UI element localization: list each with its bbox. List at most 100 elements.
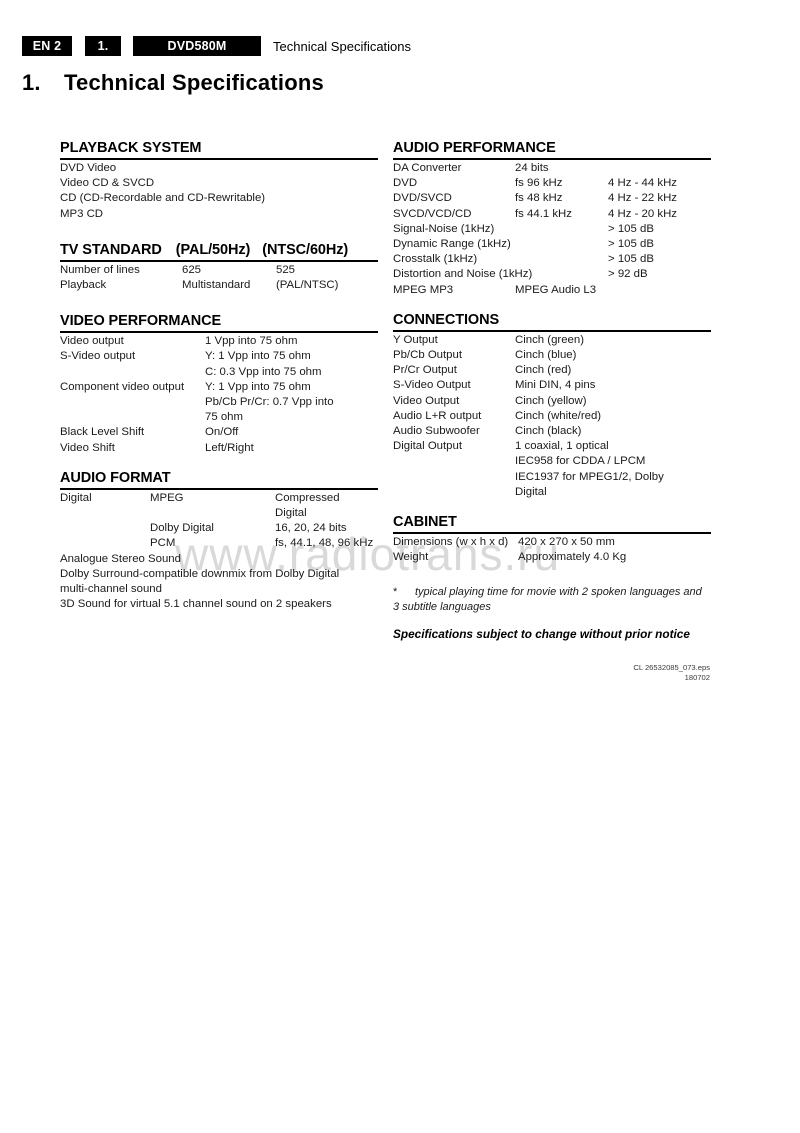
- table-row: DVD/SVCD fs 48 kHz 4 Hz - 22 kHz: [393, 191, 711, 206]
- row-value-pal: Multistandard: [182, 279, 251, 292]
- row-value-sample: [515, 252, 608, 267]
- table-row: Digital: [60, 506, 378, 521]
- row-label: MPEG MP3: [393, 283, 454, 296]
- table-row: IEC1937 for MPEG1/2, Dolby: [393, 470, 711, 485]
- row-label: Digital Output: [393, 440, 463, 453]
- table-row: DA Converter 24 bits: [393, 161, 711, 176]
- document-reference: CL 26532085_073.eps 180702: [420, 663, 710, 683]
- row-label: Weight: [393, 551, 429, 564]
- row-value-ntsc: 525: [276, 263, 296, 276]
- table-row: MPEG MP3 MPEG Audio L3: [393, 283, 711, 298]
- table-row: Dynamic Range (1kHz) > 105 dB: [393, 237, 711, 252]
- table-row: Dolby Digital 16, 20, 24 bits: [60, 521, 378, 536]
- row-label: Video Shift: [60, 441, 115, 454]
- row-label: [60, 506, 150, 521]
- row-label: DA Converter: [393, 162, 462, 174]
- page-title: 1. Technical Specifications: [22, 70, 324, 96]
- table-row: S-Video output Y: 1 Vpp into 75 ohm: [60, 349, 378, 364]
- row-label: [393, 470, 515, 485]
- row-value: Cinch (yellow): [515, 394, 587, 407]
- row-label: Distortion and Noise (1kHz): [393, 268, 533, 281]
- row-label: [60, 395, 205, 410]
- row-label: S-Video output: [60, 350, 136, 363]
- row-label: S-Video Output: [393, 379, 471, 392]
- row-label: Pb/Cb Output: [393, 349, 463, 362]
- section-rule: [393, 158, 711, 160]
- table-row: Pr/Cr Output Cinch (red): [393, 363, 711, 378]
- table-row: Digital Output 1 coaxial, 1 optical: [393, 439, 711, 454]
- table-row: Pb/Cb Pr/Cr: 0.7 Vpp into: [60, 395, 378, 410]
- row-value: Y: 1 Vpp into 75 ohm: [205, 350, 311, 363]
- row-value: IEC958 for CDDA / LPCM: [515, 455, 646, 468]
- row-value: 1 Vpp into 75 ohm: [205, 335, 298, 348]
- right-column: AUDIO PERFORMANCE DA Converter 24 bits D…: [393, 140, 711, 641]
- row-value: Y: 1 Vpp into 75 ohm: [205, 380, 311, 393]
- footnote-line-1: typical playing time for movie with 2 sp…: [415, 586, 702, 599]
- row-value: IEC1937 for MPEG1/2, Dolby: [515, 470, 664, 483]
- row-value: Pb/Cb Pr/Cr: 0.7 Vpp into: [205, 396, 334, 409]
- table-row: Distortion and Noise (1kHz) > 92 dB: [393, 267, 711, 282]
- section-rule: [393, 532, 711, 535]
- section-heading: VIDEO PERFORMANCE: [60, 313, 222, 330]
- section-video-performance: VIDEO PERFORMANCE Video output 1 Vpp int…: [60, 313, 378, 456]
- row-label: Black Level Shift: [60, 426, 145, 439]
- table-row: Dimensions (w x h x d) 420 x 270 x 50 mm: [393, 535, 711, 550]
- row-label: [60, 365, 205, 380]
- header-chapter-badge: 1.: [85, 36, 121, 56]
- table-row: Video output 1 Vpp into 75 ohm: [60, 334, 378, 349]
- table-row: Audio Subwoofer Cinch (black): [393, 424, 711, 439]
- footnote-line-2: 3 subtitle languages: [393, 600, 491, 613]
- row-value: Mini DIN, 4 pins: [515, 379, 596, 392]
- section-audio-performance: AUDIO PERFORMANCE DA Converter 24 bits D…: [393, 140, 711, 298]
- row-label: Playback: [60, 279, 107, 292]
- row-value: Approximately 4.0 Kg: [518, 551, 627, 564]
- table-row: SVCD/VCD/CD fs 44.1 kHz 4 Hz - 20 kHz: [393, 207, 711, 222]
- row-value-sample: [515, 237, 608, 252]
- tv-standard-pal-header: (PAL/50Hz): [175, 241, 251, 258]
- section-playback-system: PLAYBACK SYSTEM DVD Video Video CD & SVC…: [60, 140, 378, 222]
- tv-standard-ntsc-header: (NTSC/60Hz): [262, 241, 349, 258]
- table-row: Signal-Noise (1kHz) > 105 dB: [393, 222, 711, 237]
- row-value-detail: 16, 20, 24 bits: [275, 522, 347, 535]
- row-label: Y Output: [393, 333, 438, 346]
- row-value-sample: [515, 222, 608, 237]
- table-row: Crosstalk (1kHz) > 105 dB: [393, 252, 711, 267]
- row-label: Video Output: [393, 394, 460, 407]
- footnote: * typical playing time for movie with 2 s…: [393, 585, 711, 614]
- row-value-range: > 105 dB: [608, 253, 654, 266]
- table-row: Video Output Cinch (yellow): [393, 394, 711, 409]
- specifications-notice: Specifications subject to change without…: [393, 627, 690, 642]
- row-label: [393, 454, 515, 469]
- row-label: Number of lines: [60, 263, 140, 276]
- row-value: 420 x 270 x 50 mm: [518, 536, 615, 549]
- list-item: multi-channel sound: [60, 583, 162, 596]
- table-row: Digital: [393, 485, 711, 500]
- table-row: Y Output Cinch (green): [393, 333, 711, 348]
- list-item: Video CD & SVCD: [60, 177, 155, 190]
- header-language-badge: EN 2: [22, 36, 72, 56]
- list-item: Analogue Stereo Sound: [60, 552, 181, 565]
- table-row: Pb/Cb Output Cinch (blue): [393, 348, 711, 363]
- row-value: 75 ohm: [205, 411, 243, 424]
- row-value-sample: [515, 267, 608, 282]
- row-label: [60, 536, 150, 551]
- row-label: Crosstalk (1kHz): [393, 253, 478, 266]
- row-value: 1 coaxial, 1 optical: [515, 440, 609, 453]
- row-value: Cinch (green): [515, 333, 585, 346]
- row-value-range: > 105 dB: [608, 222, 654, 235]
- section-connections: CONNECTIONS Y Output Cinch (green) Pb/Cb…: [393, 312, 711, 500]
- header-section-title: Technical Specifications: [273, 38, 412, 54]
- row-value-pal: 625: [182, 263, 202, 276]
- section-rule: [60, 331, 378, 334]
- row-value-detail: Compressed: [275, 491, 340, 504]
- row-label: [393, 485, 515, 500]
- table-row: Audio L+R output Cinch (white/red): [393, 409, 711, 424]
- section-heading: CABINET: [393, 514, 457, 531]
- row-value-format: [150, 506, 275, 521]
